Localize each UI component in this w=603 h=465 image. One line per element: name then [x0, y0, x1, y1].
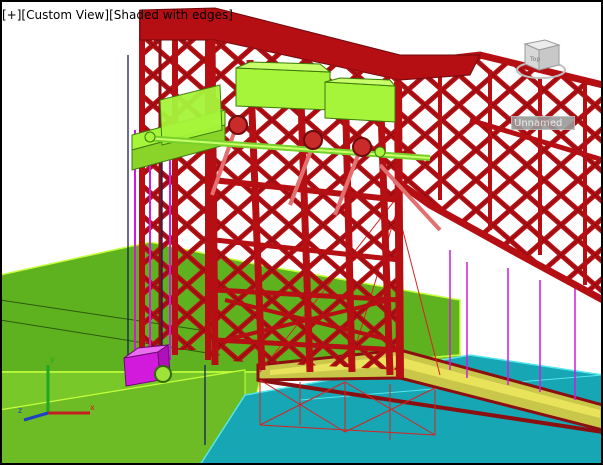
viewcube[interactable]: Top	[515, 36, 567, 82]
3d-viewport[interactable]: x y z [+][Custom View][Shaded with edges…	[0, 0, 603, 465]
viewport-view-menu[interactable]: [Custom View]	[21, 8, 109, 22]
svg-text:z: z	[18, 406, 22, 415]
scene-render[interactable]: x y z	[0, 0, 603, 465]
viewcube-face-label: Top	[529, 56, 540, 63]
svg-text:y: y	[50, 355, 55, 364]
truss-arm	[392, 51, 603, 304]
viewport-label[interactable]: [+][Custom View][Shaded with edges]	[2, 8, 233, 22]
object-name-tag: Unnamed	[511, 116, 575, 130]
viewport-plus-menu[interactable]: [+]	[2, 8, 21, 22]
viewport-shading-menu[interactable]: [Shaded with edges]	[109, 8, 233, 22]
svg-text:x: x	[90, 403, 95, 412]
